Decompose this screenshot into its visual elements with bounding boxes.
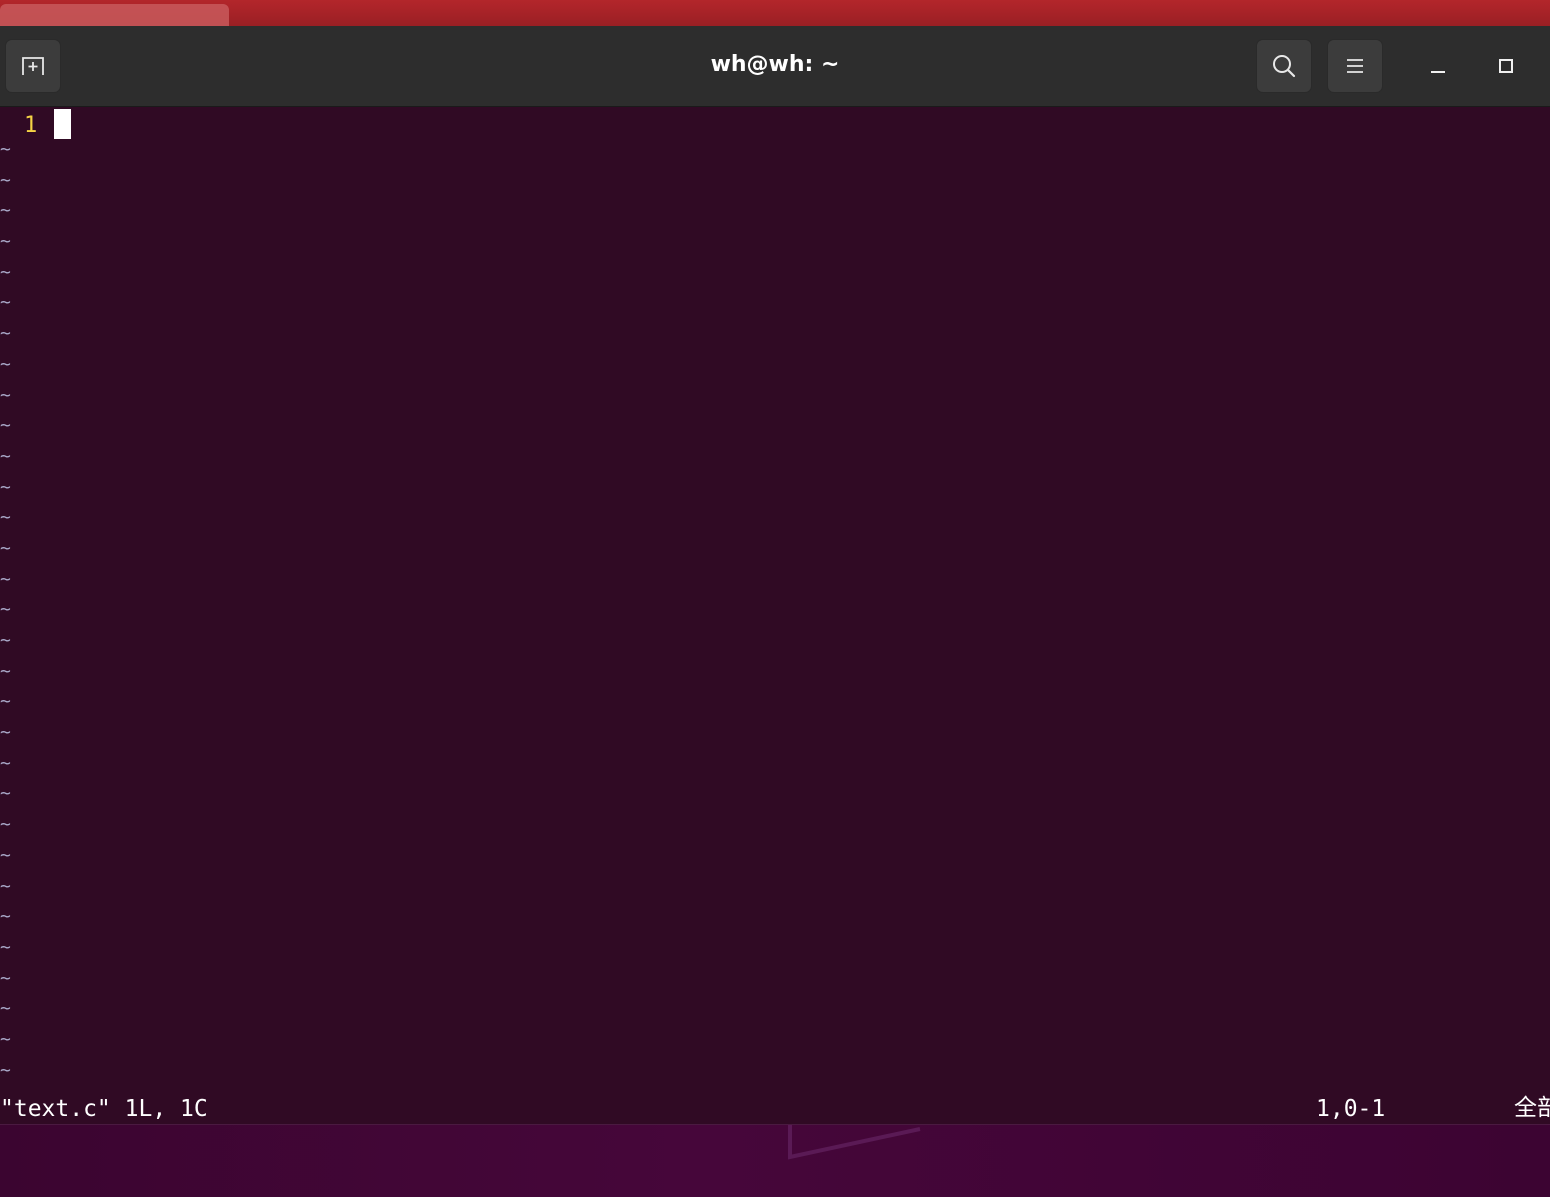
new-tab-icon bbox=[22, 57, 44, 75]
file-info: "text.c" 1L, 1C bbox=[0, 1096, 208, 1122]
empty-line-tilde: ~ bbox=[0, 998, 11, 1020]
empty-line-tilde: ~ bbox=[0, 691, 11, 713]
maximize-icon bbox=[1499, 59, 1513, 73]
search-button[interactable] bbox=[1256, 39, 1312, 93]
desktop-background bbox=[0, 1124, 1550, 1197]
empty-line-tilde: ~ bbox=[0, 1028, 11, 1050]
empty-line-tilde: ~ bbox=[0, 599, 11, 621]
empty-line-tilde: ~ bbox=[0, 323, 11, 345]
empty-line-tilde: ~ bbox=[0, 445, 11, 467]
hamburger-menu-icon bbox=[1347, 59, 1363, 73]
empty-line-tilde: ~ bbox=[0, 261, 11, 283]
header-bar: wh@wh: ~ bbox=[0, 26, 1550, 107]
terminal-window: wh@wh: ~ 1 ~ ~ ~ ~ ~ ~ ~ ~ ~ ~ ~ ~ ~ ~ ~ ~ ~ ~ ~ ~ ~ ~ ~ ~ ~ ~ ~ bbox=[0, 26, 1550, 1124]
minimize-button[interactable] bbox=[1424, 52, 1452, 80]
empty-line-tilde: ~ bbox=[0, 139, 11, 160]
vim-editor-area[interactable]: 1 ~ ~ ~ ~ ~ ~ ~ ~ ~ ~ ~ ~ ~ ~ ~ ~ ~ ~ ~ ~ ~ ~ ~ ~ ~ ~ ~ ~ ~ ~ ~ bbox=[0, 107, 1550, 1094]
text-cursor bbox=[54, 109, 71, 139]
empty-line-tilde: ~ bbox=[0, 200, 11, 222]
vim-status-line: "text.c" 1L, 1C 1,0-1 全部 bbox=[0, 1094, 1550, 1124]
empty-line-tilde: ~ bbox=[0, 630, 11, 651]
empty-line-tilde: ~ bbox=[0, 967, 11, 989]
empty-line-tilde: ~ bbox=[0, 936, 11, 958]
new-tab-button[interactable] bbox=[5, 39, 61, 93]
empty-line-tilde: ~ bbox=[0, 476, 11, 498]
cursor-position: 1,0-1 bbox=[1316, 1096, 1386, 1122]
empty-line-tilde: ~ bbox=[0, 844, 11, 866]
maximize-button[interactable] bbox=[1492, 52, 1520, 80]
empty-line-tilde: ~ bbox=[0, 906, 11, 928]
empty-line-tilde: ~ bbox=[0, 660, 11, 682]
window-title: wh@wh: ~ bbox=[710, 52, 840, 77]
empty-line-tilde: ~ bbox=[0, 783, 11, 805]
wallpaper-decoration bbox=[788, 1125, 921, 1160]
minimize-icon bbox=[1431, 71, 1445, 73]
empty-line-tilde: ~ bbox=[0, 231, 11, 253]
empty-line-tilde: ~ bbox=[0, 169, 11, 191]
search-icon bbox=[1273, 55, 1296, 78]
empty-line-tilde: ~ bbox=[0, 722, 11, 744]
empty-line-tilde: ~ bbox=[0, 353, 11, 375]
empty-line-tilde: ~ bbox=[0, 568, 11, 590]
empty-line-tilde: ~ bbox=[0, 507, 11, 529]
empty-line-tilde: ~ bbox=[0, 1059, 11, 1081]
empty-line-tilde: ~ bbox=[0, 814, 11, 836]
line-number: 1 bbox=[24, 113, 38, 138]
empty-line-tilde: ~ bbox=[0, 384, 11, 406]
empty-line-tilde: ~ bbox=[0, 752, 11, 774]
empty-line-markers: ~ ~ ~ ~ ~ ~ ~ ~ ~ ~ ~ ~ ~ ~ ~ ~ ~ ~ ~ ~ ~ ~ ~ ~ ~ ~ ~ ~ ~ ~ ~ bbox=[0, 141, 12, 1092]
scroll-position: 全部 bbox=[1514, 1095, 1550, 1121]
background-window-tab bbox=[0, 4, 229, 26]
empty-line-tilde: ~ bbox=[0, 415, 11, 437]
desktop-top-bar bbox=[0, 0, 1550, 26]
empty-line-tilde: ~ bbox=[0, 537, 11, 559]
menu-button[interactable] bbox=[1327, 39, 1383, 93]
empty-line-tilde: ~ bbox=[0, 875, 11, 897]
empty-line-tilde: ~ bbox=[0, 292, 11, 314]
